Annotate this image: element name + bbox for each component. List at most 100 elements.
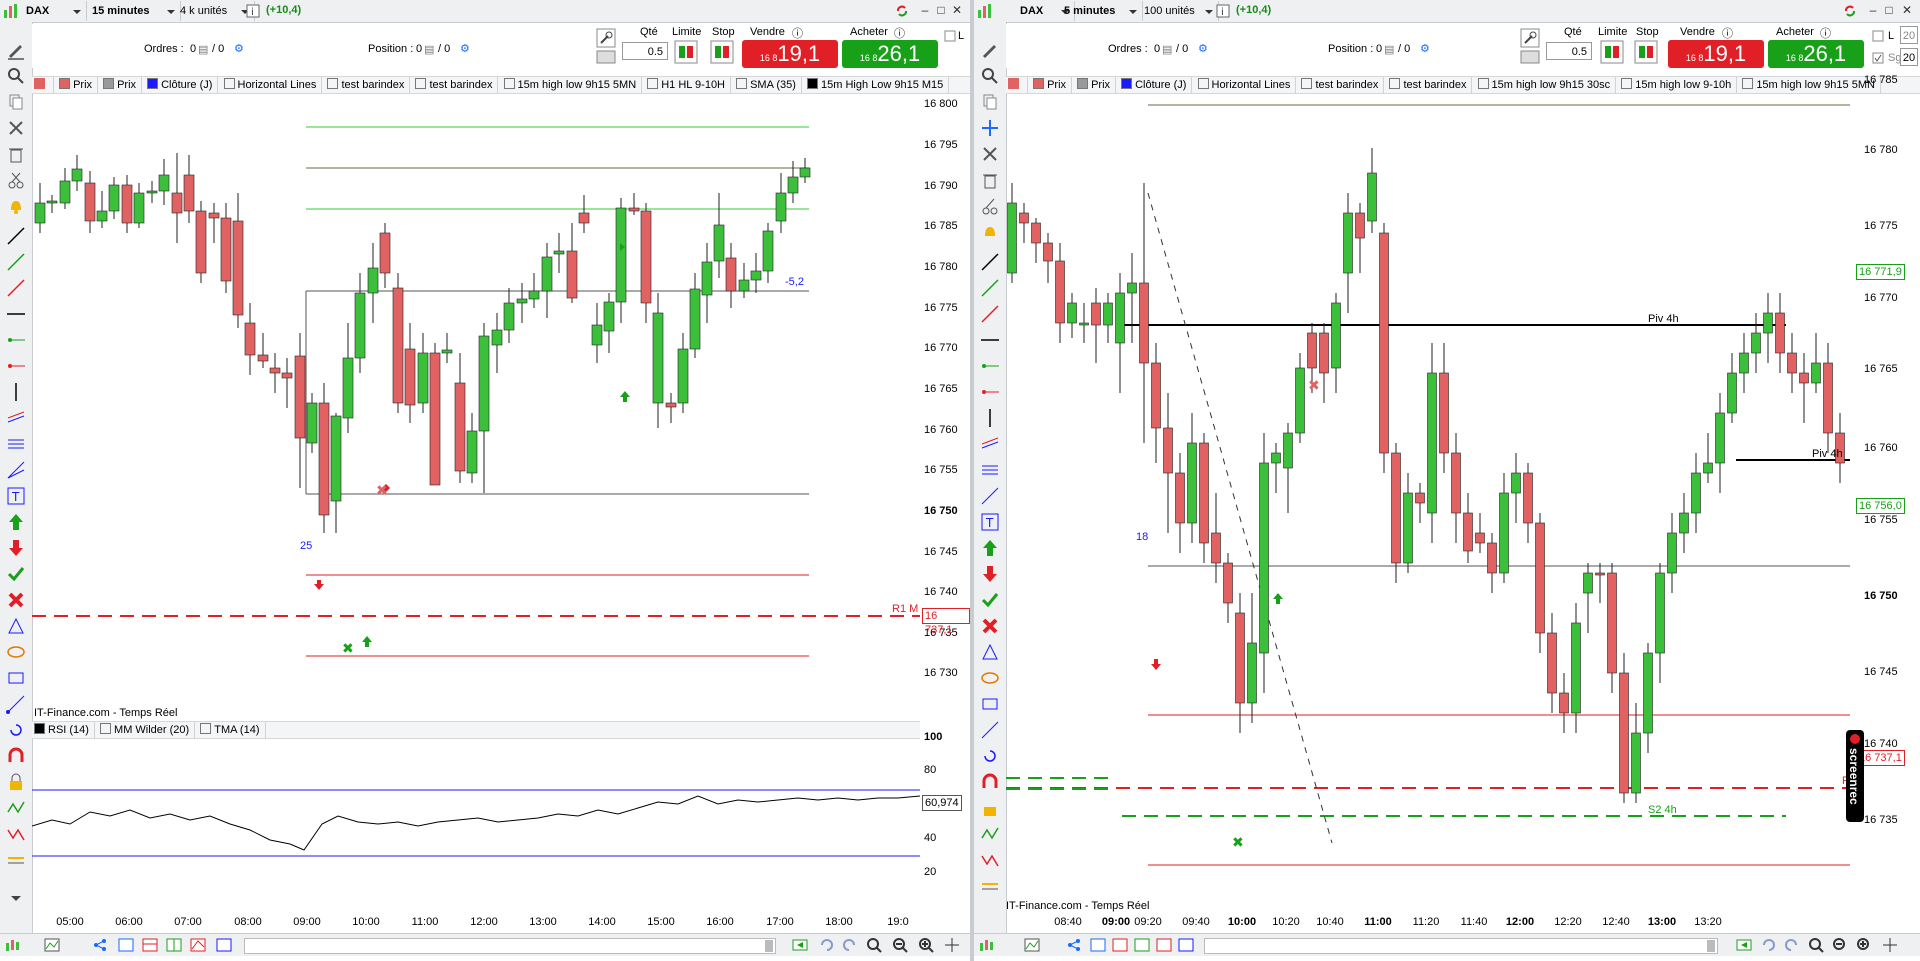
right-x-axis[interactable]: 08:40 09:00 09:20 09:40 10:00 10:20 10:4… [1006,914,1850,932]
triangle-icon[interactable] [980,642,1000,662]
ellipse-icon[interactable] [6,642,26,662]
indicator-item[interactable]: RSI (14) [32,722,95,738]
rectangle-icon[interactable] [6,668,26,688]
checkmark-icon[interactable] [980,590,1000,610]
share-icon[interactable] [92,937,108,953]
layout-icon[interactable] [118,937,134,953]
ray-red-icon[interactable] [6,356,26,376]
fan-icon[interactable] [980,486,1000,506]
link-icon[interactable] [894,3,910,19]
line-tool-icon[interactable] [980,252,1000,272]
measure-icon[interactable] [980,720,1000,740]
trash-icon[interactable] [6,144,26,164]
zoom-out-icon[interactable] [892,937,908,953]
lines-icon[interactable] [6,850,26,870]
fibonacci-icon[interactable] [6,434,26,454]
indicator-item[interactable]: Prix [1075,77,1117,93]
channel-icon[interactable] [980,434,1000,454]
alert-bell-icon[interactable] [6,196,26,216]
ray-red-icon[interactable] [980,382,1000,402]
sell-info-icon[interactable]: ⓘ [1722,25,1733,41]
sg-pts-input[interactable]: 20 [1900,48,1918,66]
orders-icon[interactable]: ▤ [1162,43,1172,56]
add-indicator-icon[interactable] [32,77,54,93]
position-settings-icon[interactable]: ⚙ [1420,42,1430,55]
zoom-out-icon[interactable] [1832,937,1848,953]
horizontal-line-icon[interactable] [6,304,26,324]
redo-icon[interactable] [842,937,858,953]
sg-checkbox[interactable] [1872,52,1884,64]
zoom-in-icon[interactable] [918,937,934,953]
right-price-chart[interactable]: ✖ ✖ Piv 4h Piv 4h S2 4h 18 R [1006,93,1850,911]
sell-button[interactable]: 16 819,1 [1668,40,1764,68]
indicator-item[interactable]: test barindex [1387,77,1473,93]
magnet-icon[interactable] [6,746,26,766]
position-icon[interactable]: ▤ [424,43,434,56]
buy-info-icon[interactable]: ⓘ [1820,25,1831,41]
indicator-icon[interactable] [190,937,206,953]
copy-icon[interactable] [980,92,1000,112]
trend-line-red-icon[interactable] [980,304,1000,324]
alert-bell-icon[interactable] [980,222,1000,242]
timeframe-dropdown[interactable]: 5 minutes [1060,1,1143,21]
info-icon[interactable]: i [246,4,260,18]
chart-type-icon[interactable] [978,937,994,953]
add-indicator-icon[interactable] [1006,77,1028,93]
indicator-item[interactable]: TMA (14) [198,722,266,738]
stop-order-icon[interactable] [1634,40,1658,64]
screenrec-badge[interactable]: screenrec [1846,730,1864,822]
arrow-down-icon[interactable] [6,538,26,558]
crosshair-icon[interactable] [1882,937,1898,953]
link-icon[interactable] [1842,3,1858,19]
indicator-item[interactable]: SMA (35) [734,77,802,93]
scrollbar-thumb[interactable] [765,940,773,952]
close-icon[interactable]: ✕ [950,3,964,17]
chart-type-icon[interactable] [4,937,20,953]
indicator-item[interactable]: 15m high low 9h15 5MN [502,77,643,93]
zoom-fit-icon[interactable] [866,937,882,953]
position-settings-icon[interactable]: ⚙ [460,42,470,55]
toolbar-more-icon[interactable] [6,888,26,908]
grid-icon[interactable] [1134,937,1150,953]
wrench-icon[interactable] [1520,28,1540,48]
sell-button[interactable]: 16 819,1 [742,40,838,68]
units-dropdown[interactable]: 4 k unités [176,1,255,21]
pts-input[interactable]: 20 [1900,26,1918,44]
table-icon[interactable] [1112,937,1128,953]
sell-info-icon[interactable]: ⓘ [792,25,803,41]
buy-button[interactable]: 16 826,1 [1768,40,1864,68]
horizontal-scrollbar[interactable] [244,938,776,954]
left-x-axis[interactable]: 05:00 06:00 07:00 08:00 09:00 10:00 11:0… [32,914,920,932]
zigzag-red-icon[interactable] [6,824,26,844]
layout-icon[interactable] [1090,937,1106,953]
lines-icon[interactable] [980,876,1000,896]
qty-input[interactable]: 0.5 [622,42,668,60]
indicator-icon[interactable] [1156,937,1172,953]
channel-icon[interactable] [6,408,26,428]
instrument-dropdown[interactable]: DAX [22,1,87,21]
chart-style-icon[interactable] [44,937,60,953]
indicator-item[interactable]: Prix [57,77,99,93]
orders-icon[interactable]: ▤ [198,43,208,56]
text-tool-icon[interactable]: T [980,512,1000,532]
rectangle-icon[interactable] [980,694,1000,714]
magnet-icon[interactable] [980,772,1000,792]
lock-icon[interactable] [980,798,1000,818]
zoom-fit-icon[interactable] [1808,937,1824,953]
trend-line-icon[interactable] [6,252,26,272]
triangle-icon[interactable] [6,616,26,636]
text-tool-icon[interactable]: T [6,486,26,506]
undo-icon[interactable] [1760,937,1776,953]
keypad-icon[interactable] [596,50,616,64]
indicator-item[interactable]: Clôture (J) [1119,77,1193,93]
wrench-icon[interactable] [596,28,616,48]
cut-icon[interactable] [980,196,1000,216]
crosshair-icon[interactable] [944,937,960,953]
copy-icon[interactable] [6,92,26,112]
line-tool-icon[interactable] [6,226,26,246]
orders-settings-icon[interactable]: ⚙ [1198,42,1208,55]
indicator-item[interactable]: Prix [1031,77,1073,93]
orders-settings-icon[interactable]: ⚙ [234,42,244,55]
ray-icon[interactable] [6,330,26,350]
lock-icon[interactable] [6,772,26,792]
